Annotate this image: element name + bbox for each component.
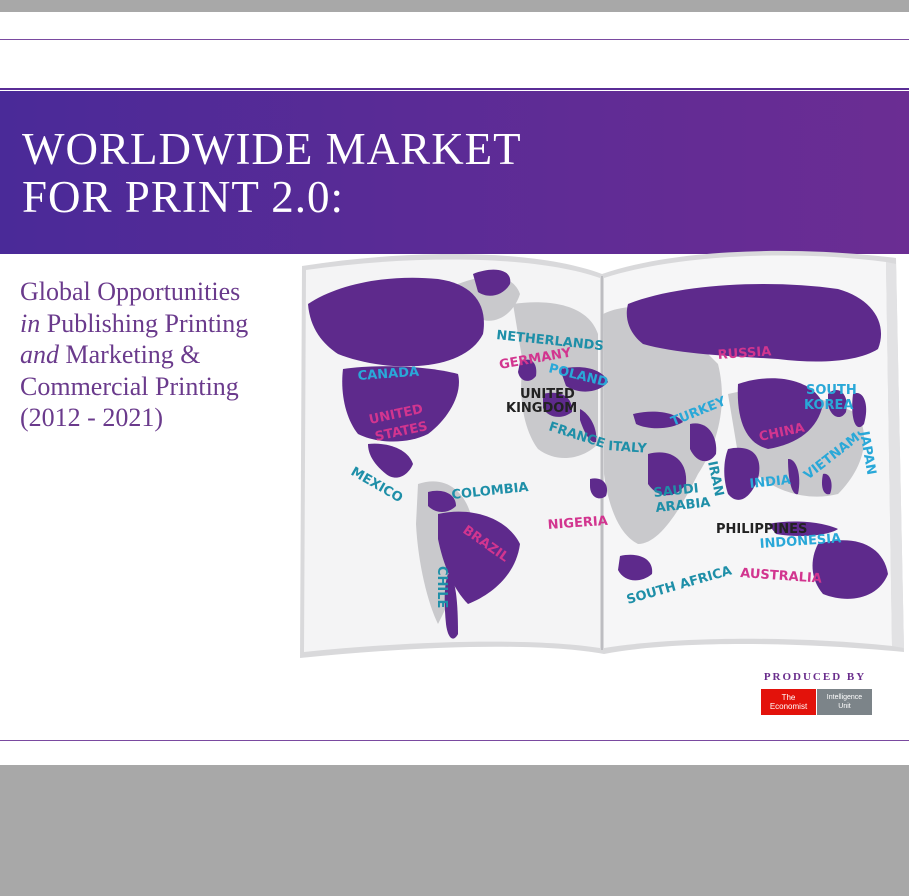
subtitle-line-1: Global Opportunities (20, 277, 241, 306)
title-line-2: FOR PRINT 2.0: (22, 172, 344, 222)
bottom-rule (0, 740, 909, 741)
banner-top-line (0, 88, 909, 90)
subtitle-line-2: in Publishing Printing (20, 308, 320, 340)
subtitle-line-3-rest: Marketing & (59, 340, 201, 369)
report-subtitle: Global Opportunities in Publishing Print… (20, 276, 320, 434)
open-book-world-map: CANADA UNITED STATES MEXICO COLOMBIA BRA… (298, 244, 909, 664)
bottom-gray-area (0, 765, 909, 896)
economist-logo: The Economist (761, 689, 816, 715)
label-uk-2: KINGDOM (506, 401, 577, 416)
subtitle-line-3: and Marketing & (20, 339, 320, 371)
economist-logo-line-2: Economist (769, 702, 808, 711)
world-map-illustration: CANADA UNITED STATES MEXICO COLOMBIA BRA… (300, 250, 904, 658)
label-uk-1: UNITED (520, 387, 575, 402)
title-line-1: WORLDWIDE MARKET (22, 124, 522, 174)
intelligence-unit-line-1: Intelligence (826, 694, 863, 701)
intelligence-unit-logo: Intelligence Unit (817, 689, 872, 715)
label-chile: CHILE (434, 566, 449, 608)
subtitle-line-3-em: and (20, 340, 59, 369)
cover-page: WORLDWIDE MARKET FOR PRINT 2.0: Global O… (0, 12, 909, 765)
label-south-korea-2: KOREA (804, 398, 854, 413)
report-title: WORLDWIDE MARKET FOR PRINT 2.0: (22, 125, 522, 221)
subtitle-line-5: (2012 - 2021) (20, 403, 163, 432)
label-italy: ITALY (608, 439, 648, 457)
subtitle-line-2-rest: Publishing Printing (40, 308, 249, 338)
top-rule (0, 39, 909, 40)
intelligence-unit-line-2: Unit (838, 703, 851, 710)
economist-logo-line-1: The (781, 693, 796, 702)
subtitle-line-4: Commercial Printing (20, 371, 239, 401)
produced-by-label: PRODUCED BY (763, 671, 867, 683)
top-gray-strip (0, 0, 909, 12)
label-south-korea-1: SOUTH (806, 383, 857, 398)
subtitle-line-2-em: in (20, 308, 41, 338)
